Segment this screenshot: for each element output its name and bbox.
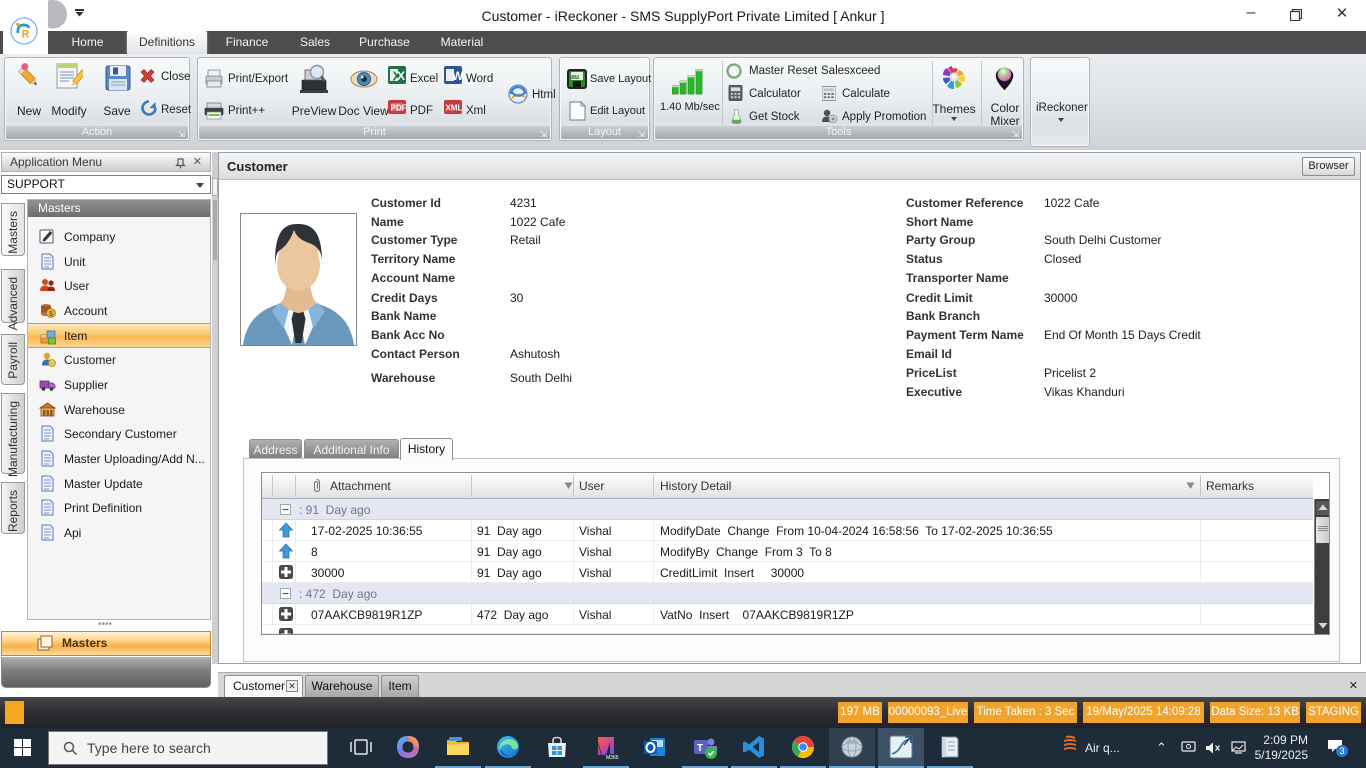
svg-text:T: T xyxy=(697,743,703,754)
svg-text:XML: XML xyxy=(446,104,463,113)
svg-text:PDF: PDF xyxy=(391,104,407,113)
svg-text:au: au xyxy=(571,74,579,81)
svg-text:X: X xyxy=(397,69,405,83)
svg-text:M365: M365 xyxy=(606,755,619,760)
svg-text:$: $ xyxy=(49,311,53,318)
svg-text:W: W xyxy=(452,69,462,83)
svg-text:R: R xyxy=(22,29,30,41)
